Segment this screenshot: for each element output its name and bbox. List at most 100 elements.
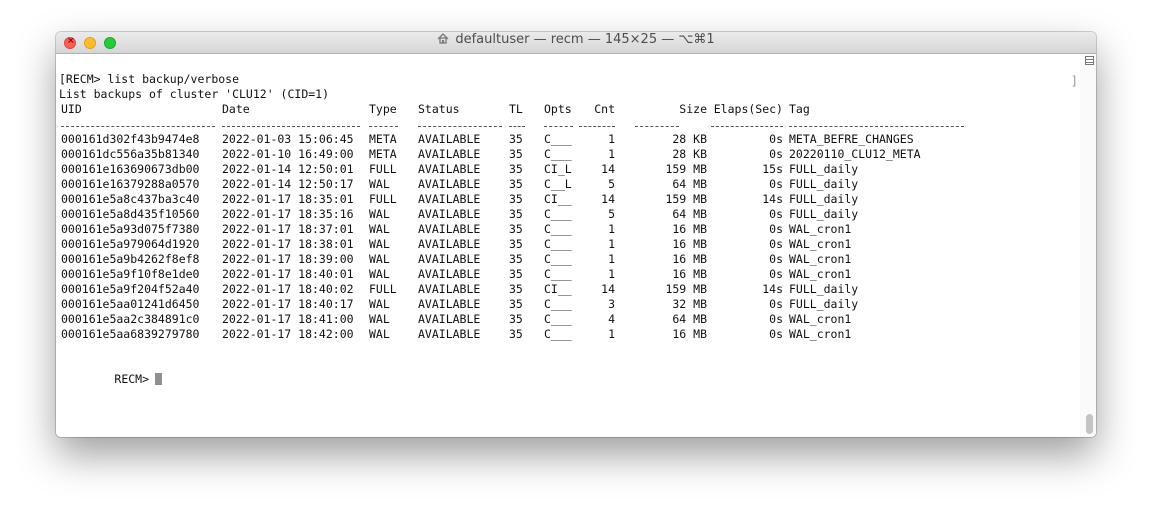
table-row: 000161e5aa01241d6450 2022-01-17 18:40:17 W… xyxy=(59,297,1072,312)
cell-uid: 000161e5a93d075f7380 xyxy=(61,222,200,236)
cell-tag: WAL_cron1 xyxy=(789,312,852,326)
table-row: 000161e5a8c437ba3c40 2022-01-17 18:35:01 F… xyxy=(59,192,1072,207)
cell-size: 16 MB xyxy=(672,267,707,281)
separator-size xyxy=(635,125,679,127)
cell-type: META xyxy=(369,132,397,146)
cell-status: AVAILABLE xyxy=(418,282,481,296)
table-row: 000161e5aa6839279780 2022-01-17 18:42:00 W… xyxy=(59,327,1072,342)
terminal-output[interactable]: [RECM> list backup/verbose List backups … xyxy=(59,72,1072,386)
cell-date: 2022-01-14 12:50:01 xyxy=(222,162,354,176)
cell-date: 2022-01-17 18:37:01 xyxy=(222,222,354,236)
scroll-thumb[interactable] xyxy=(1086,414,1093,434)
cell-elaps: 0s xyxy=(769,237,783,251)
cell-size: 64 MB xyxy=(672,207,707,221)
cell-tag: META_BEFRE_CHANGES xyxy=(789,132,914,146)
cell-uid: 000161e16379288a0570 xyxy=(61,177,200,191)
info-line: List backups of cluster 'CLU12' (CID=1) xyxy=(59,87,330,101)
cell-cnt: 1 xyxy=(608,327,615,341)
cell-type: FULL xyxy=(369,192,397,206)
terminal-window: × defaultuser — recm — 145×25 — ⌥⌘1 ] [R… xyxy=(56,32,1096,437)
table-row: 000161e5a8d435f10560 2022-01-17 18:35:16 W… xyxy=(59,207,1072,222)
cell-tag: WAL_cron1 xyxy=(789,222,852,236)
title-bar[interactable]: × defaultuser — recm — 145×25 — ⌥⌘1 xyxy=(56,32,1096,54)
cell-opts: C___ xyxy=(544,222,572,236)
command-line: [RECM> list backup/verbose xyxy=(59,72,240,86)
header-tag: Tag xyxy=(789,102,810,116)
cell-size: 16 MB xyxy=(672,327,707,341)
cell-uid: 000161e5a9f10f8e1de0 xyxy=(61,267,200,281)
cell-size: 159 MB xyxy=(665,282,707,296)
header-tl: TL xyxy=(509,102,523,116)
cell-status: AVAILABLE xyxy=(418,192,481,206)
cell-date: 2022-01-03 15:06:45 xyxy=(222,132,354,146)
cell-tl: 35 xyxy=(509,267,523,281)
cell-opts: C___ xyxy=(544,132,572,146)
table-row: 000161e5a9f204f52a40 2022-01-17 18:40:02 F… xyxy=(59,282,1072,297)
cell-type: FULL xyxy=(369,282,397,296)
cell-status: AVAILABLE xyxy=(418,327,481,341)
cell-elaps: 0s xyxy=(769,177,783,191)
window-title: defaultuser — recm — 145×25 — ⌥⌘1 xyxy=(56,32,1096,54)
cell-status: AVAILABLE xyxy=(418,252,481,266)
cell-opts: CI__ xyxy=(544,192,572,206)
cell-cnt: 5 xyxy=(608,207,615,221)
cell-type: META xyxy=(369,147,397,161)
home-icon xyxy=(437,33,449,44)
cell-uid: 000161e5aa6839279780 xyxy=(61,327,200,341)
scroll-marker-icon[interactable] xyxy=(1085,56,1094,65)
cell-size: 16 MB xyxy=(672,252,707,266)
cell-tag: FULL_daily xyxy=(789,177,859,191)
cell-cnt: 14 xyxy=(601,162,615,176)
cell-status: AVAILABLE xyxy=(418,222,481,236)
cell-elaps: 0s xyxy=(769,267,783,281)
table-header: UID Date Type Status TL Opts Cnt Size El… xyxy=(59,102,1072,117)
cell-status: AVAILABLE xyxy=(418,207,481,221)
cell-tl: 35 xyxy=(509,237,523,251)
table-row: 000161e16379288a0570 2022-01-14 12:50:17 W… xyxy=(59,177,1072,192)
cell-size: 28 KB xyxy=(672,147,707,161)
cell-tl: 35 xyxy=(509,207,523,221)
cell-cnt: 1 xyxy=(608,252,615,266)
cell-elaps: 0s xyxy=(769,147,783,161)
cell-cnt: 1 xyxy=(608,147,615,161)
cell-date: 2022-01-17 18:35:16 xyxy=(222,207,354,221)
cell-type: WAL xyxy=(369,207,390,221)
cell-cnt: 1 xyxy=(608,222,615,236)
table-row: 000161e5a979064d1920 2022-01-17 18:38:01 W… xyxy=(59,237,1072,252)
terminal-content[interactable]: ] [RECM> list backup/verbose List backup… xyxy=(56,54,1096,437)
scrollbar[interactable] xyxy=(1080,54,1096,437)
cell-opts: C___ xyxy=(544,207,572,221)
separator-date xyxy=(222,125,360,127)
cell-size: 159 MB xyxy=(665,192,707,206)
cell-date: 2022-01-17 18:38:01 xyxy=(222,237,354,251)
table-row: 000161d302f43b9474e8 2022-01-03 15:06:45 M… xyxy=(59,132,1072,147)
cell-opts: CI__ xyxy=(544,282,572,296)
cell-uid: 000161e5a8d435f10560 xyxy=(61,207,200,221)
separator-cnt xyxy=(579,125,615,127)
prompt-line[interactable]: RECM> xyxy=(59,357,1072,386)
header-type: Type xyxy=(369,102,397,116)
cell-type: WAL xyxy=(369,312,390,326)
cell-status: AVAILABLE xyxy=(418,147,481,161)
cell-elaps: 0s xyxy=(769,312,783,326)
cell-elaps: 0s xyxy=(769,207,783,221)
cell-tl: 35 xyxy=(509,222,523,236)
separator-status xyxy=(418,125,502,127)
cell-tl: 35 xyxy=(509,282,523,296)
cell-tl: 35 xyxy=(509,297,523,311)
cell-tag: FULL_daily xyxy=(789,162,859,176)
cell-type: WAL xyxy=(369,327,390,341)
separator-tag xyxy=(789,125,964,127)
cell-cnt: 14 xyxy=(601,192,615,206)
cell-elaps: 14s xyxy=(762,282,783,296)
cell-uid: 000161e163690673db00 xyxy=(61,162,200,176)
cell-elaps: 15s xyxy=(762,162,783,176)
cell-cnt: 1 xyxy=(608,237,615,251)
cell-status: AVAILABLE xyxy=(418,177,481,191)
cell-opts: C___ xyxy=(544,252,572,266)
cell-date: 2022-01-17 18:41:00 xyxy=(222,312,354,326)
cell-status: AVAILABLE xyxy=(418,312,481,326)
cell-tag: FULL_daily xyxy=(789,282,859,296)
cell-opts: CI_L xyxy=(544,162,572,176)
